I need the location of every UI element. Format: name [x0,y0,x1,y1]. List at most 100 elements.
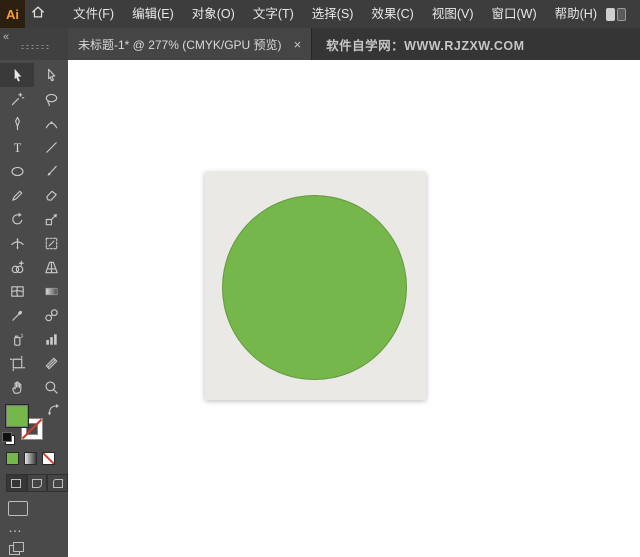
workspace-switcher-button[interactable] [606,7,626,21]
shape-builder-tool[interactable] [0,255,34,279]
ellipse-tool[interactable] [0,159,34,183]
slice-tool[interactable] [34,351,68,375]
blend-tool[interactable] [34,303,68,327]
rotate-tool-icon [9,211,26,228]
swap-fill-stroke-icon[interactable] [47,403,60,421]
pencil-tool-icon [9,187,26,204]
width-tool[interactable] [0,231,34,255]
green-circle-shape[interactable] [222,195,407,380]
tool-grid: T [0,60,68,399]
artboard-tool[interactable] [0,351,34,375]
menu-item-view[interactable]: 视图(V) [423,0,483,28]
none-mode-button[interactable] [42,452,55,465]
symbol-sprayer-tool-icon [9,331,26,348]
fill-color-swatch[interactable] [5,404,29,428]
menu-bar: Ai 文件(F) 编辑(E) 对象(O) 文字(T) 选择(S) 效果(C) 视图(V) 窗口… [0,0,640,28]
draw-behind-icon [32,478,42,488]
color-mode-row [0,448,68,465]
free-transform-tool-icon [43,235,60,252]
magic-wand-tool[interactable] [0,87,34,111]
width-tool-icon [9,235,26,252]
watermark-text: 软件自学网：WWW.RJZXW.COM [326,38,525,53]
artboard-tool-icon [9,355,26,372]
column-graph-tool[interactable] [34,327,68,351]
hand-tool-icon [9,379,26,396]
svg-text:T: T [13,140,21,154]
collapse-panel-icon[interactable]: « [3,31,9,43]
home-icon [30,4,46,25]
draw-normal-icon [11,478,22,488]
draw-normal-button[interactable] [6,474,27,492]
gradient-tool[interactable] [34,279,68,303]
toolbar-grip[interactable] [20,44,50,50]
app-logo: Ai [0,0,26,28]
menu-item-type[interactable]: 文字(T) [244,0,303,28]
perspective-grid-tool-icon [43,259,60,276]
lasso-tool-icon [43,91,60,108]
pen-tool[interactable] [0,111,34,135]
curvature-tool[interactable] [34,111,68,135]
workspace-switcher-icon [606,7,615,21]
zoom-tool[interactable] [34,375,68,399]
eyedropper-tool-icon [9,307,26,324]
pen-tool-icon [9,115,26,132]
draw-inside-button[interactable] [47,474,69,492]
menu-item-help[interactable]: 帮助(H) [546,0,606,28]
default-fill-stroke-icon[interactable] [2,432,15,445]
draw-inside-icon [52,478,63,488]
artboard[interactable] [205,172,426,400]
edit-toolbar-button[interactable]: … [8,520,68,534]
selection-tool[interactable] [0,63,34,87]
blend-tool-icon [43,307,60,324]
tab-close-icon[interactable]: × [294,38,302,51]
hand-tool[interactable] [0,375,34,399]
lasso-tool[interactable] [34,87,68,111]
direct-selection-tool[interactable] [34,63,68,87]
screen-mode-button[interactable] [8,501,28,516]
menu-item-file[interactable]: 文件(F) [64,0,123,28]
mesh-tool-icon [9,283,26,300]
panel-stack-button[interactable] [9,542,24,555]
draw-behind-button[interactable] [26,474,48,492]
menu-item-edit[interactable]: 编辑(E) [123,0,183,28]
eyedropper-tool[interactable] [0,303,34,327]
workspace-switcher-icon-secondary [617,7,626,21]
canvas[interactable] [68,60,640,557]
document-tab[interactable]: 未标题-1* @ 277% (CMYK/GPU 预览) × [68,28,313,60]
menu-item-effect[interactable]: 效果(C) [362,0,422,28]
column-graph-tool-icon [43,331,60,348]
paintbrush-tool[interactable] [34,159,68,183]
symbol-sprayer-tool[interactable] [0,327,34,351]
color-mode-button[interactable] [6,452,19,465]
gradient-tool-icon [43,283,60,300]
home-button[interactable] [25,0,50,28]
paintbrush-tool-icon [43,163,60,180]
selection-tool-icon [9,67,26,84]
eraser-tool-icon [43,187,60,204]
pencil-tool[interactable] [0,183,34,207]
scale-tool[interactable] [34,207,68,231]
menu-item-select[interactable]: 选择(S) [303,0,363,28]
curvature-tool-icon [43,115,60,132]
magic-wand-tool-icon [9,91,26,108]
line-segment-tool[interactable] [34,135,68,159]
eraser-tool[interactable] [34,183,68,207]
rotate-tool[interactable] [0,207,34,231]
document-tab-bar: 未标题-1* @ 277% (CMYK/GPU 预览) × 软件自学网：WWW.… [68,28,640,60]
ellipse-tool-icon [9,163,26,180]
mesh-tool[interactable] [0,279,34,303]
draw-mode-row [6,474,69,492]
free-transform-tool[interactable] [34,231,68,255]
type-tool[interactable]: T [0,135,34,159]
scale-tool-icon [43,211,60,228]
type-tool-icon: T [9,139,26,156]
perspective-grid-tool[interactable] [34,255,68,279]
document-tab-title: 未标题-1* @ 277% (CMYK/GPU 预览) [78,37,282,52]
fill-stroke-controls [0,402,68,448]
menu-item-object[interactable]: 对象(O) [183,0,244,28]
gradient-mode-button[interactable] [24,452,37,465]
line-segment-tool-icon [43,139,60,156]
direct-selection-tool-icon [43,67,60,84]
zoom-tool-icon [43,379,60,396]
menu-item-window[interactable]: 窗口(W) [483,0,546,28]
